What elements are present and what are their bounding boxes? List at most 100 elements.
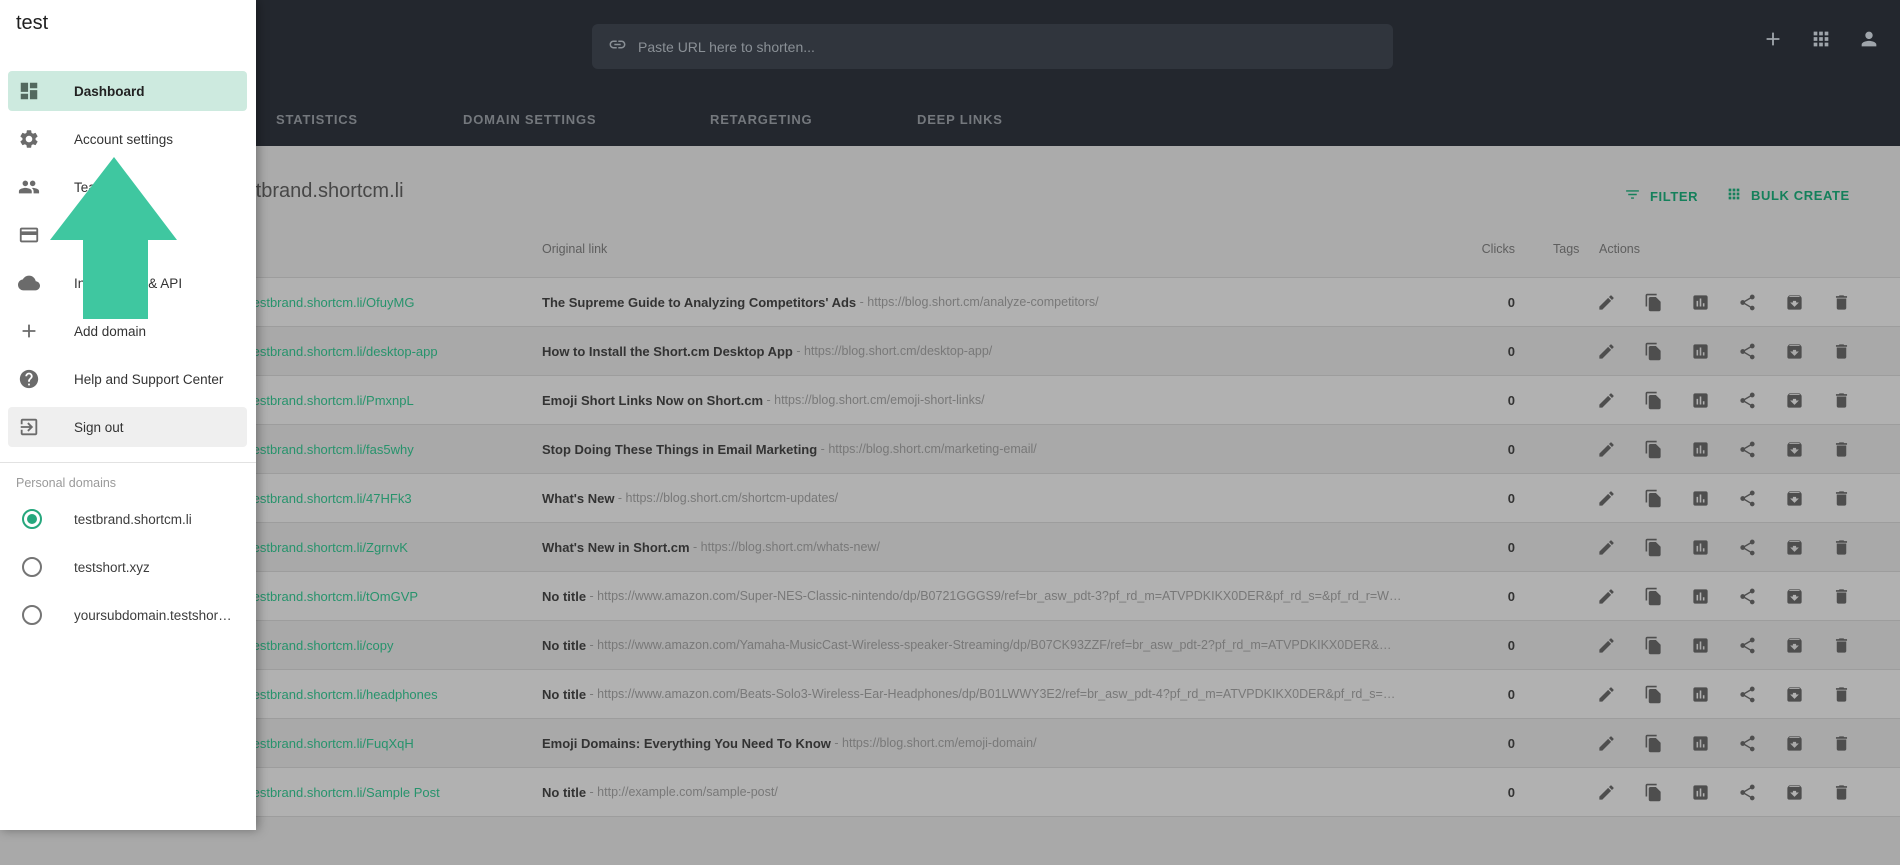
- archive-icon[interactable]: [1785, 489, 1804, 508]
- archive-icon[interactable]: [1785, 440, 1804, 459]
- archive-icon[interactable]: [1785, 342, 1804, 361]
- short-link[interactable]: testbrand.shortcm.li/Sample Post: [249, 768, 440, 816]
- radio-button[interactable]: [22, 557, 42, 577]
- delete-icon[interactable]: [1832, 391, 1851, 410]
- share-icon[interactable]: [1738, 538, 1757, 557]
- archive-icon[interactable]: [1785, 293, 1804, 312]
- statistics-icon[interactable]: [1691, 440, 1710, 459]
- link-url[interactable]: http://example.com/sample-post/: [597, 785, 778, 799]
- archive-icon[interactable]: [1785, 391, 1804, 410]
- archive-icon[interactable]: [1785, 538, 1804, 557]
- duplicate-icon[interactable]: [1644, 587, 1663, 606]
- filter-button[interactable]: FILTER: [1624, 186, 1698, 206]
- sidebar-item-integrations-api[interactable]: Integrations & API: [0, 259, 256, 307]
- edit-icon[interactable]: [1597, 391, 1616, 410]
- short-link[interactable]: testbrand.shortcm.li/OfuyMG: [249, 278, 414, 326]
- delete-icon[interactable]: [1832, 587, 1851, 606]
- apps-grid-icon[interactable]: [1810, 28, 1832, 50]
- short-link[interactable]: testbrand.shortcm.li/desktop-app: [249, 327, 438, 375]
- share-icon[interactable]: [1738, 636, 1757, 655]
- archive-icon[interactable]: [1785, 587, 1804, 606]
- duplicate-icon[interactable]: [1644, 783, 1663, 802]
- archive-icon[interactable]: [1785, 783, 1804, 802]
- statistics-icon[interactable]: [1691, 489, 1710, 508]
- statistics-icon[interactable]: [1691, 342, 1710, 361]
- radio-button[interactable]: [22, 509, 42, 529]
- short-link[interactable]: testbrand.shortcm.li/headphones: [249, 670, 438, 718]
- edit-icon[interactable]: [1597, 440, 1616, 459]
- link-url[interactable]: https://blog.short.cm/whats-new/: [701, 540, 880, 554]
- edit-icon[interactable]: [1597, 587, 1616, 606]
- sidebar-item-account-settings[interactable]: Account settings: [0, 115, 256, 163]
- sidebar-item-credit-card[interactable]: [0, 211, 256, 259]
- edit-icon[interactable]: [1597, 636, 1616, 655]
- edit-icon[interactable]: [1597, 783, 1616, 802]
- edit-icon[interactable]: [1597, 685, 1616, 704]
- link-url[interactable]: https://blog.short.cm/desktop-app/: [804, 344, 992, 358]
- share-icon[interactable]: [1738, 391, 1757, 410]
- link-url[interactable]: https://blog.short.cm/analyze-competitor…: [867, 295, 1098, 309]
- share-icon[interactable]: [1738, 783, 1757, 802]
- duplicate-icon[interactable]: [1644, 538, 1663, 557]
- sidebar-item-team[interactable]: Team: [0, 163, 256, 211]
- link-url[interactable]: https://blog.short.cm/marketing-email/: [828, 442, 1036, 456]
- radio-button[interactable]: [22, 605, 42, 625]
- link-url[interactable]: https://www.amazon.com/Yamaha-MusicCast-…: [597, 638, 1391, 652]
- statistics-icon[interactable]: [1691, 636, 1710, 655]
- short-link[interactable]: testbrand.shortcm.li/tOmGVP: [249, 572, 418, 620]
- sidebar-item-dashboard[interactable]: Dashboard: [0, 67, 256, 115]
- sidebar-item-help-and-support-center[interactable]: Help and Support Center: [0, 355, 256, 403]
- edit-icon[interactable]: [1597, 342, 1616, 361]
- statistics-icon[interactable]: [1691, 538, 1710, 557]
- archive-icon[interactable]: [1785, 734, 1804, 753]
- short-link[interactable]: testbrand.shortcm.li/47HFk3: [249, 474, 412, 522]
- duplicate-icon[interactable]: [1644, 342, 1663, 361]
- share-icon[interactable]: [1738, 440, 1757, 459]
- delete-icon[interactable]: [1832, 293, 1851, 312]
- bulk-create-button[interactable]: BULK CREATE: [1726, 186, 1850, 205]
- duplicate-icon[interactable]: [1644, 489, 1663, 508]
- link-url[interactable]: https://blog.short.cm/shortcm-updates/: [626, 491, 839, 505]
- archive-icon[interactable]: [1785, 636, 1804, 655]
- statistics-icon[interactable]: [1691, 391, 1710, 410]
- share-icon[interactable]: [1738, 293, 1757, 312]
- share-icon[interactable]: [1738, 734, 1757, 753]
- edit-icon[interactable]: [1597, 734, 1616, 753]
- statistics-icon[interactable]: [1691, 587, 1710, 606]
- short-link[interactable]: testbrand.shortcm.li/fas5why: [249, 425, 414, 473]
- short-link[interactable]: testbrand.shortcm.li/FuqXqH: [249, 719, 414, 767]
- sidebar-item-add-domain[interactable]: Add domain: [0, 307, 256, 355]
- duplicate-icon[interactable]: [1644, 440, 1663, 459]
- tab-domain-settings[interactable]: DOMAIN SETTINGS: [463, 112, 596, 127]
- tab-retargeting[interactable]: RETARGETING: [710, 112, 812, 127]
- link-url[interactable]: https://www.amazon.com/Super-NES-Classic…: [597, 589, 1401, 603]
- duplicate-icon[interactable]: [1644, 391, 1663, 410]
- delete-icon[interactable]: [1832, 538, 1851, 557]
- duplicate-icon[interactable]: [1644, 636, 1663, 655]
- domain-item[interactable]: testbrand.shortcm.li: [0, 495, 256, 543]
- statistics-icon[interactable]: [1691, 734, 1710, 753]
- edit-icon[interactable]: [1597, 489, 1616, 508]
- delete-icon[interactable]: [1832, 342, 1851, 361]
- domain-item[interactable]: yoursubdomain.testshor…: [0, 591, 256, 639]
- sidebar-item-sign-out[interactable]: Sign out: [0, 403, 256, 451]
- short-link[interactable]: testbrand.shortcm.li/PmxnpL: [249, 376, 414, 424]
- delete-icon[interactable]: [1832, 734, 1851, 753]
- share-icon[interactable]: [1738, 587, 1757, 606]
- tab-statistics[interactable]: STATISTICS: [276, 112, 358, 127]
- duplicate-icon[interactable]: [1644, 734, 1663, 753]
- plus-icon[interactable]: [1762, 28, 1784, 50]
- share-icon[interactable]: [1738, 489, 1757, 508]
- short-link[interactable]: testbrand.shortcm.li/copy: [249, 621, 394, 669]
- link-url[interactable]: https://blog.short.cm/emoji-short-links/: [774, 393, 985, 407]
- delete-icon[interactable]: [1832, 685, 1851, 704]
- duplicate-icon[interactable]: [1644, 685, 1663, 704]
- shorten-url-bar[interactable]: [592, 24, 1393, 69]
- tab-deep-links[interactable]: DEEP LINKS: [917, 112, 1003, 127]
- edit-icon[interactable]: [1597, 538, 1616, 557]
- share-icon[interactable]: [1738, 685, 1757, 704]
- archive-icon[interactable]: [1785, 685, 1804, 704]
- link-url[interactable]: https://www.amazon.com/Beats-Solo3-Wirel…: [597, 687, 1395, 701]
- duplicate-icon[interactable]: [1644, 293, 1663, 312]
- delete-icon[interactable]: [1832, 489, 1851, 508]
